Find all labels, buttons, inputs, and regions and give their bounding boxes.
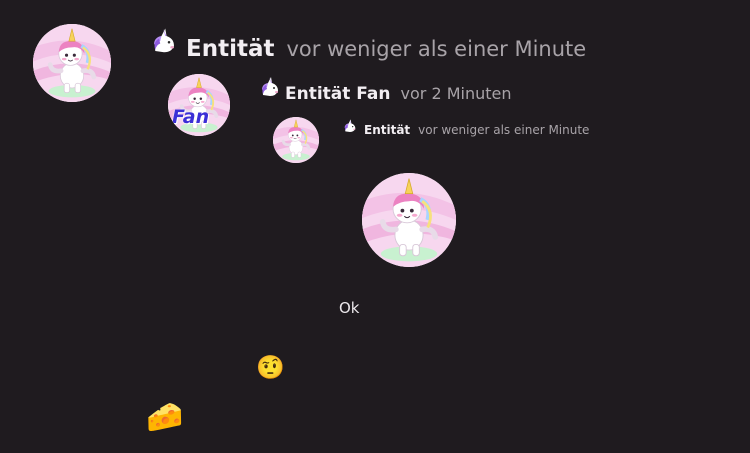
post-header: Entität vor weniger als einer Minute	[148, 26, 586, 62]
avatar[interactable]	[33, 24, 111, 102]
raised-eyebrow-emoji: 🤨	[256, 355, 285, 381]
post-header: Entität Fan vor 2 Minuten	[257, 75, 512, 104]
post-header: Entität vor weniger als einer Minute	[341, 118, 589, 137]
cheese-emoji: 🧀	[146, 400, 184, 435]
fan-badge: Fan	[172, 106, 210, 128]
author-name[interactable]: Entität Fan	[285, 84, 391, 104]
unicorn-icon	[257, 75, 283, 99]
unicorn-icon	[148, 26, 180, 56]
timestamp: vor weniger als einer Minute	[286, 37, 587, 61]
timestamp: vor weniger als einer Minute	[418, 123, 590, 137]
unicorn-icon	[341, 118, 359, 134]
avatar[interactable]: Fan	[168, 74, 230, 136]
avatar[interactable]	[273, 117, 319, 163]
author-name[interactable]: Entität	[364, 123, 410, 137]
unicorn-avatar-image	[273, 117, 319, 163]
unicorn-image	[362, 173, 456, 267]
unicorn-avatar-image	[33, 24, 111, 102]
timestamp: vor 2 Minuten	[400, 84, 512, 103]
author-name[interactable]: Entität	[186, 36, 274, 62]
post-image[interactable]	[362, 173, 456, 267]
message-text: Ok	[339, 299, 360, 317]
